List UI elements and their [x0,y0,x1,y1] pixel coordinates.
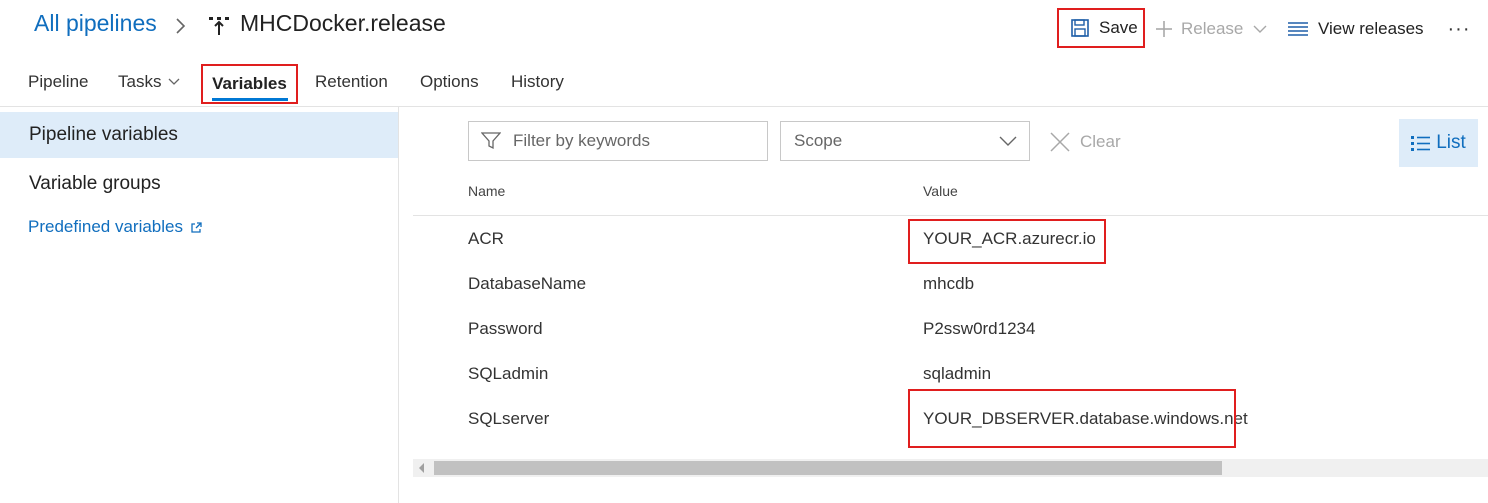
chevron-down-icon [1253,25,1267,33]
keyword-filter[interactable] [468,121,768,161]
plus-icon [1156,21,1172,37]
view-releases-label: View releases [1318,19,1424,38]
clear-filter-button[interactable]: Clear [1050,129,1121,155]
save-button-label: Save [1099,18,1138,37]
tab-pipeline[interactable]: Pipeline [28,72,89,92]
scope-dropdown[interactable]: Scope [780,121,1030,161]
list-view-icon [1411,135,1431,151]
tab-history[interactable]: History [511,72,564,92]
clear-filter-label: Clear [1080,132,1121,151]
table-row[interactable]: SQLserver YOUR_DBSERVER.database.windows… [413,389,1488,448]
tab-bar: Pipeline Tasks Variables Retention Optio… [0,62,1488,106]
more-actions-button[interactable]: ··· [1445,16,1473,42]
tab-variables-label: Variables [212,74,287,93]
column-header-value[interactable]: Value [923,183,958,199]
scroll-left-arrow-icon[interactable] [419,463,424,473]
close-x-icon [1050,132,1070,152]
variables-sidebar: Pipeline variables Variable groups Prede… [0,107,399,503]
chevron-down-icon [999,136,1017,146]
filter-funnel-icon [481,132,501,150]
sidebar-item-label: Pipeline variables [29,124,178,145]
variable-name[interactable]: ACR [468,229,504,249]
filter-keywords-input[interactable] [513,131,753,151]
variable-name[interactable]: SQLadmin [468,364,548,384]
sidebar-item-variable-groups[interactable]: Variable groups [29,173,161,195]
highlight-box [908,219,1106,264]
scope-dropdown-label: Scope [794,131,843,150]
table-row[interactable]: ACR YOUR_ACR.azurecr.io [413,216,1488,264]
tab-tasks-label: Tasks [118,72,162,91]
variable-name[interactable]: SQLserver [468,409,549,429]
tab-retention[interactable]: Retention [315,72,388,92]
list-lines-icon [1288,22,1308,36]
predefined-variables-label: Predefined variables [28,217,183,236]
external-link-icon [191,221,202,233]
release-button[interactable]: Release [1155,16,1267,42]
column-header-name[interactable]: Name [468,183,505,199]
highlight-box [908,389,1236,448]
scrollbar-thumb[interactable] [434,461,1222,475]
variable-value[interactable]: P2ssw0rd1234 [923,319,1035,339]
tab-options[interactable]: Options [420,72,479,92]
list-view-label: List [1436,132,1466,153]
table-row[interactable]: DatabaseName mhcdb [413,261,1488,306]
release-pipeline-icon [209,17,229,35]
active-tab-indicator [212,98,288,101]
tab-tasks[interactable]: Tasks [118,72,180,92]
breadcrumb-all-pipelines[interactable]: All pipelines [34,10,157,37]
chevron-right-icon [176,18,186,34]
variable-value[interactable]: sqladmin [923,364,991,384]
variable-name[interactable]: Password [468,319,543,339]
save-button[interactable]: Save [1057,8,1145,48]
release-button-label: Release [1181,19,1244,38]
page-title: MHCDocker.release [240,10,446,36]
chevron-down-icon [169,78,180,85]
view-releases-button[interactable]: View releases [1288,16,1424,42]
save-icon [1071,19,1089,37]
list-view-button[interactable]: List [1399,119,1478,167]
predefined-variables-link[interactable]: Predefined variables [28,217,202,237]
variable-name[interactable]: DatabaseName [468,274,586,294]
variable-value[interactable]: mhcdb [923,274,974,294]
page-header: All pipelines MHCDocker.release Save Rel… [0,0,1488,58]
table-row[interactable]: Password P2ssw0rd1234 [413,306,1488,351]
horizontal-scrollbar[interactable] [413,459,1488,477]
sidebar-item-pipeline-variables[interactable]: Pipeline variables [0,112,398,158]
